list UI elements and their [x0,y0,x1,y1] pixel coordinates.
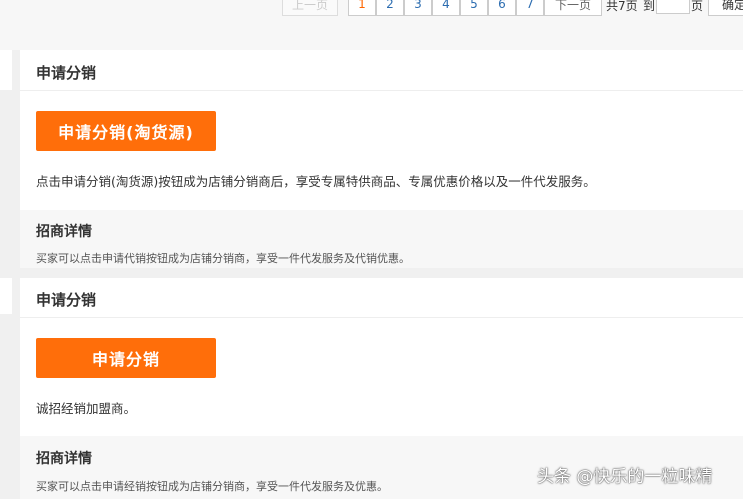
card-title: 申请分销 [36,291,97,309]
page-1-button[interactable]: 1 [348,0,376,16]
watermark: 头条 @快乐的一粒味精 [537,467,713,487]
page-7-button[interactable]: 7 [516,0,544,16]
page-number-input[interactable] [656,0,690,14]
distribution-card: 申请分销 申请分销(淘货源) 点击申请分销(淘货源)按钮成为店铺分销商后，享受专… [20,50,743,268]
recruit-details-title: 招商详情 [36,451,92,467]
prev-page-button[interactable]: 上一页 [282,0,338,16]
page-5-button[interactable]: 5 [460,0,488,16]
left-panel-fragment [0,278,12,314]
next-page-button[interactable]: 下一页 [544,0,602,16]
page-4-button[interactable]: 4 [432,0,460,16]
confirm-page-button[interactable]: 确定 [708,0,743,16]
apply-distribution-button[interactable]: 申请分销(淘货源) [36,111,216,151]
divider [20,317,743,318]
divider [20,90,743,91]
card-description: 点击申请分销(淘货源)按钮成为店铺分销商后，享受专属特供商品、专属优惠价格以及一… [36,174,596,189]
recruit-details-text: 买家可以点击申请代销按钮成为店铺分销商，享受一件代发服务及代销优惠。 [36,252,410,265]
page-2-button[interactable]: 2 [376,0,404,16]
total-pages-label: 共7页 [606,0,638,13]
recruit-details-text: 买家可以点击申请经销按钮成为店铺分销商，享受一件代发服务及优惠。 [36,480,388,493]
apply-distribution-button[interactable]: 申请分销 [36,338,216,378]
card-description: 诚招经销加盟商。 [36,401,137,416]
card-title: 申请分销 [36,64,97,82]
page-unit-label: 页 [691,0,704,13]
pagination-bar: 上一页 1 2 3 4 5 6 7 下一页 共7页 到 页 确定 [0,0,743,50]
left-panel-fragment [0,50,12,90]
recruit-details-title: 招商详情 [36,224,92,240]
recruit-details-section: 招商详情 买家可以点击申请代销按钮成为店铺分销商，享受一件代发服务及代销优惠。 [20,210,743,268]
page-3-button[interactable]: 3 [404,0,432,16]
goto-label: 到 [643,0,656,13]
page-6-button[interactable]: 6 [488,0,516,16]
